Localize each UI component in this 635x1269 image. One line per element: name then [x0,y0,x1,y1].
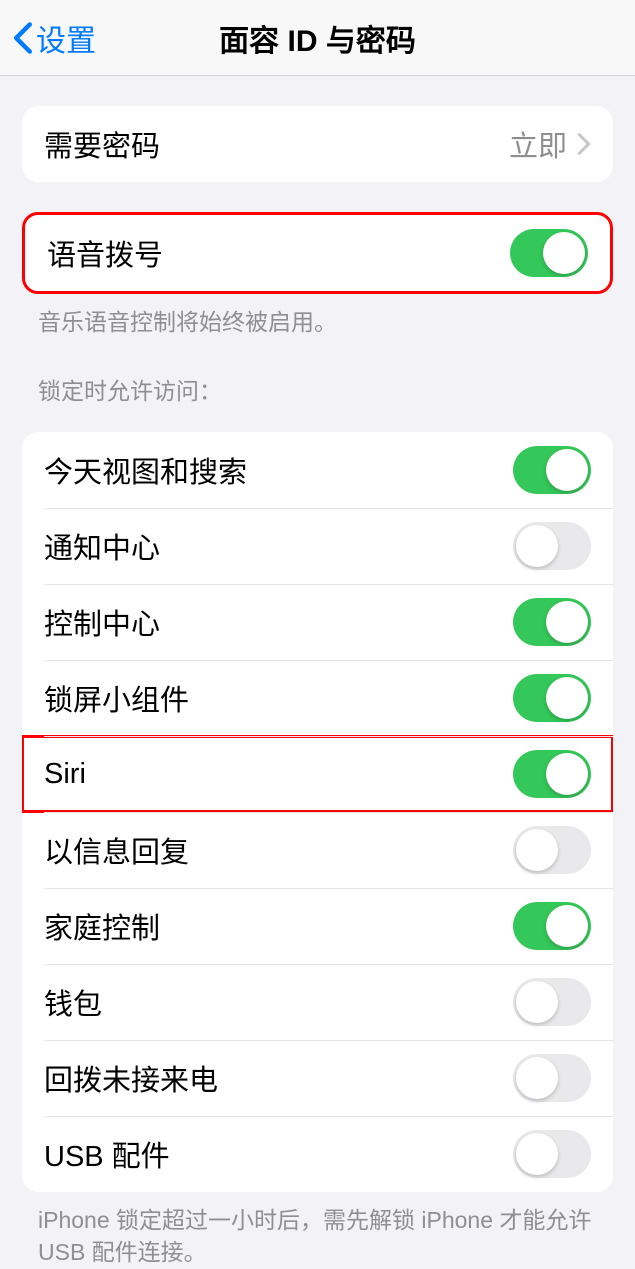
section-header-lock-access: 锁定时允许访问： [0,338,635,414]
row-label: 锁屏小组件 [44,677,189,719]
toggle-lock-access-item[interactable] [513,674,591,722]
row-lock-access-item: 钱包 [22,964,613,1040]
row-label: USB 配件 [44,1133,170,1175]
row-value: 立即 [509,123,591,165]
toggle-knob [546,601,588,643]
footer-voice-dial: 音乐语音控制将始终被启用。 [0,294,635,338]
row-lock-access-item: Siri [22,736,613,812]
toggle-lock-access-item[interactable] [513,598,591,646]
row-lock-access-item: 回拨未接来电 [22,1040,613,1116]
group-voice-dial: 语音拨号 [22,212,613,294]
toggle-lock-access-item[interactable] [513,902,591,950]
row-label: 语音拨号 [47,232,163,274]
toggle-lock-access-item[interactable] [513,522,591,570]
row-lock-access-item: USB 配件 [22,1116,613,1192]
row-label: 通知中心 [44,525,160,567]
toggle-knob [546,905,588,947]
nav-back-label: 设置 [36,16,96,60]
toggle-knob [516,981,558,1023]
toggle-knob [546,753,588,795]
row-voice-dial: 语音拨号 [25,215,610,291]
toggle-knob [516,1133,558,1175]
row-label: 回拨未接来电 [44,1057,218,1099]
toggle-lock-access-item[interactable] [513,750,591,798]
row-label: Siri [44,758,86,791]
row-label: 家庭控制 [44,905,160,947]
row-value-text: 立即 [509,123,567,165]
group-require-passcode: 需要密码 立即 [22,106,613,182]
toggle-knob [546,677,588,719]
chevron-right-icon [577,132,591,156]
row-label: 以信息回复 [44,829,189,871]
group-lock-access: 今天视图和搜索通知中心控制中心锁屏小组件 Siri 以信息回复家庭控制钱包回拨未接来… [22,432,613,1192]
footer-lock-access: iPhone 锁定超过一小时后，需先解锁 iPhone 才能允许USB 配件连接… [0,1192,635,1268]
nav-bar: 设置 面容 ID 与密码 [0,0,635,76]
toggle-knob [516,525,558,567]
row-lock-access-item: 今天视图和搜索 [22,432,613,508]
toggle-knob [543,232,585,274]
chevron-left-icon [12,21,34,55]
toggle-lock-access-item[interactable] [513,446,591,494]
row-lock-access-item: 以信息回复 [22,812,613,888]
row-lock-access-item: 锁屏小组件 [22,660,613,736]
row-lock-access-item: 通知中心 [22,508,613,584]
row-label: 今天视图和搜索 [44,449,247,491]
row-label: 钱包 [44,981,102,1023]
nav-back-button[interactable]: 设置 [0,16,96,60]
toggle-lock-access-item[interactable] [513,826,591,874]
toggle-lock-access-item[interactable] [513,1130,591,1178]
row-lock-access-item: 家庭控制 [22,888,613,964]
toggle-knob [516,829,558,871]
row-label: 控制中心 [44,601,160,643]
toggle-lock-access-item[interactable] [513,1054,591,1102]
toggle-lock-access-item[interactable] [513,978,591,1026]
toggle-knob [546,449,588,491]
toggle-voice-dial[interactable] [510,229,588,277]
row-lock-access-item: 控制中心 [22,584,613,660]
row-require-passcode[interactable]: 需要密码 立即 [22,106,613,182]
toggle-knob [516,1057,558,1099]
row-label: 需要密码 [44,123,160,165]
